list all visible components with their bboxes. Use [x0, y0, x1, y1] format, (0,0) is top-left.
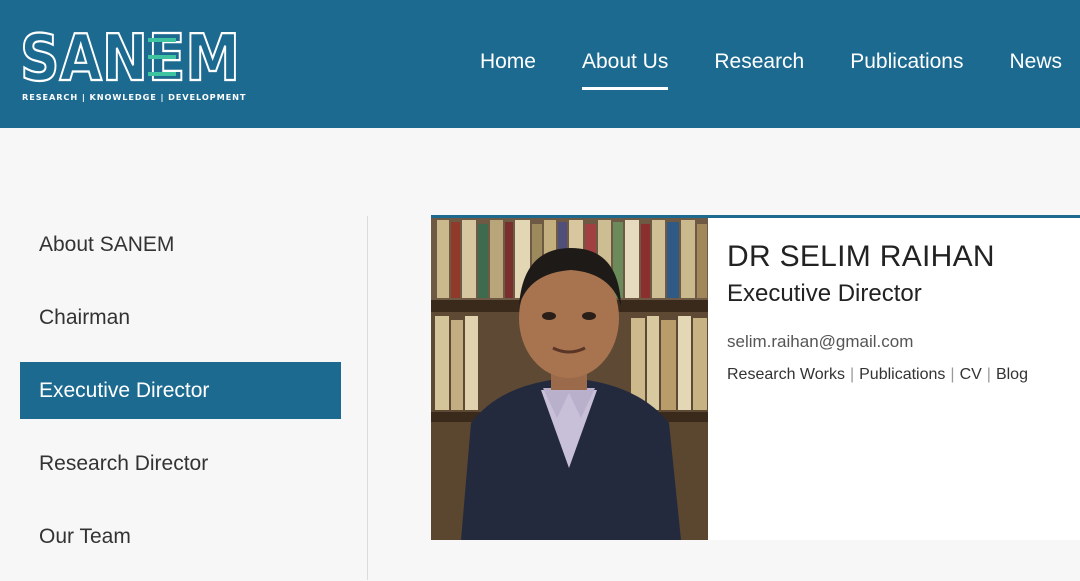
nav-news[interactable]: News	[1009, 50, 1062, 90]
about-sidebar: About SANEM Chairman Executive Director …	[20, 216, 341, 581]
nav-publications[interactable]: Publications	[850, 50, 963, 90]
profile-card: DR SELIM RAIHAN Executive Director selim…	[431, 215, 1080, 540]
sidebar-item-executive-director[interactable]: Executive Director	[20, 362, 341, 419]
sanem-logo[interactable]: SANEM RESEARCH | KNOWLEDGE | DEVELOPMENT	[20, 26, 245, 106]
logo-text: SANEM	[20, 26, 240, 86]
profile-name: DR SELIM RAIHAN	[727, 240, 995, 273]
profile-links: Research Works | Publications | CV | Blog	[727, 366, 1028, 384]
link-separator: |	[986, 366, 991, 383]
nav-about-us[interactable]: About Us	[581, 50, 669, 90]
link-publications[interactable]: Publications	[859, 366, 945, 383]
link-cv[interactable]: CV	[960, 366, 982, 383]
site-header: SANEM RESEARCH | KNOWLEDGE | DEVELOPMENT…	[0, 0, 1080, 128]
sidebar-item-our-team[interactable]: Our Team	[20, 508, 341, 565]
sidebar-divider	[367, 216, 368, 580]
nav-research[interactable]: Research	[714, 50, 804, 90]
portrait-illustration	[431, 218, 708, 540]
sidebar-item-chairman[interactable]: Chairman	[20, 289, 341, 346]
profile-title: Executive Director	[727, 280, 922, 307]
profile-email[interactable]: selim.raihan@gmail.com	[727, 332, 1028, 352]
profile-photo	[431, 218, 708, 540]
logo-tagline: RESEARCH | KNOWLEDGE | DEVELOPMENT	[22, 92, 247, 102]
sidebar-item-about-sanem[interactable]: About SANEM	[20, 216, 341, 273]
logo-wordmark: SANEM	[20, 26, 241, 86]
link-research-works[interactable]: Research Works	[727, 366, 845, 383]
profile-info: DR SELIM RAIHAN Executive Director selim…	[727, 240, 1028, 384]
link-separator: |	[950, 366, 955, 383]
link-separator: |	[849, 366, 855, 383]
link-blog[interactable]: Blog	[996, 366, 1028, 383]
main-nav: Home About Us Research Publications News	[457, 50, 1080, 90]
nav-home[interactable]: Home	[480, 50, 536, 90]
sidebar-item-research-director[interactable]: Research Director	[20, 435, 341, 492]
